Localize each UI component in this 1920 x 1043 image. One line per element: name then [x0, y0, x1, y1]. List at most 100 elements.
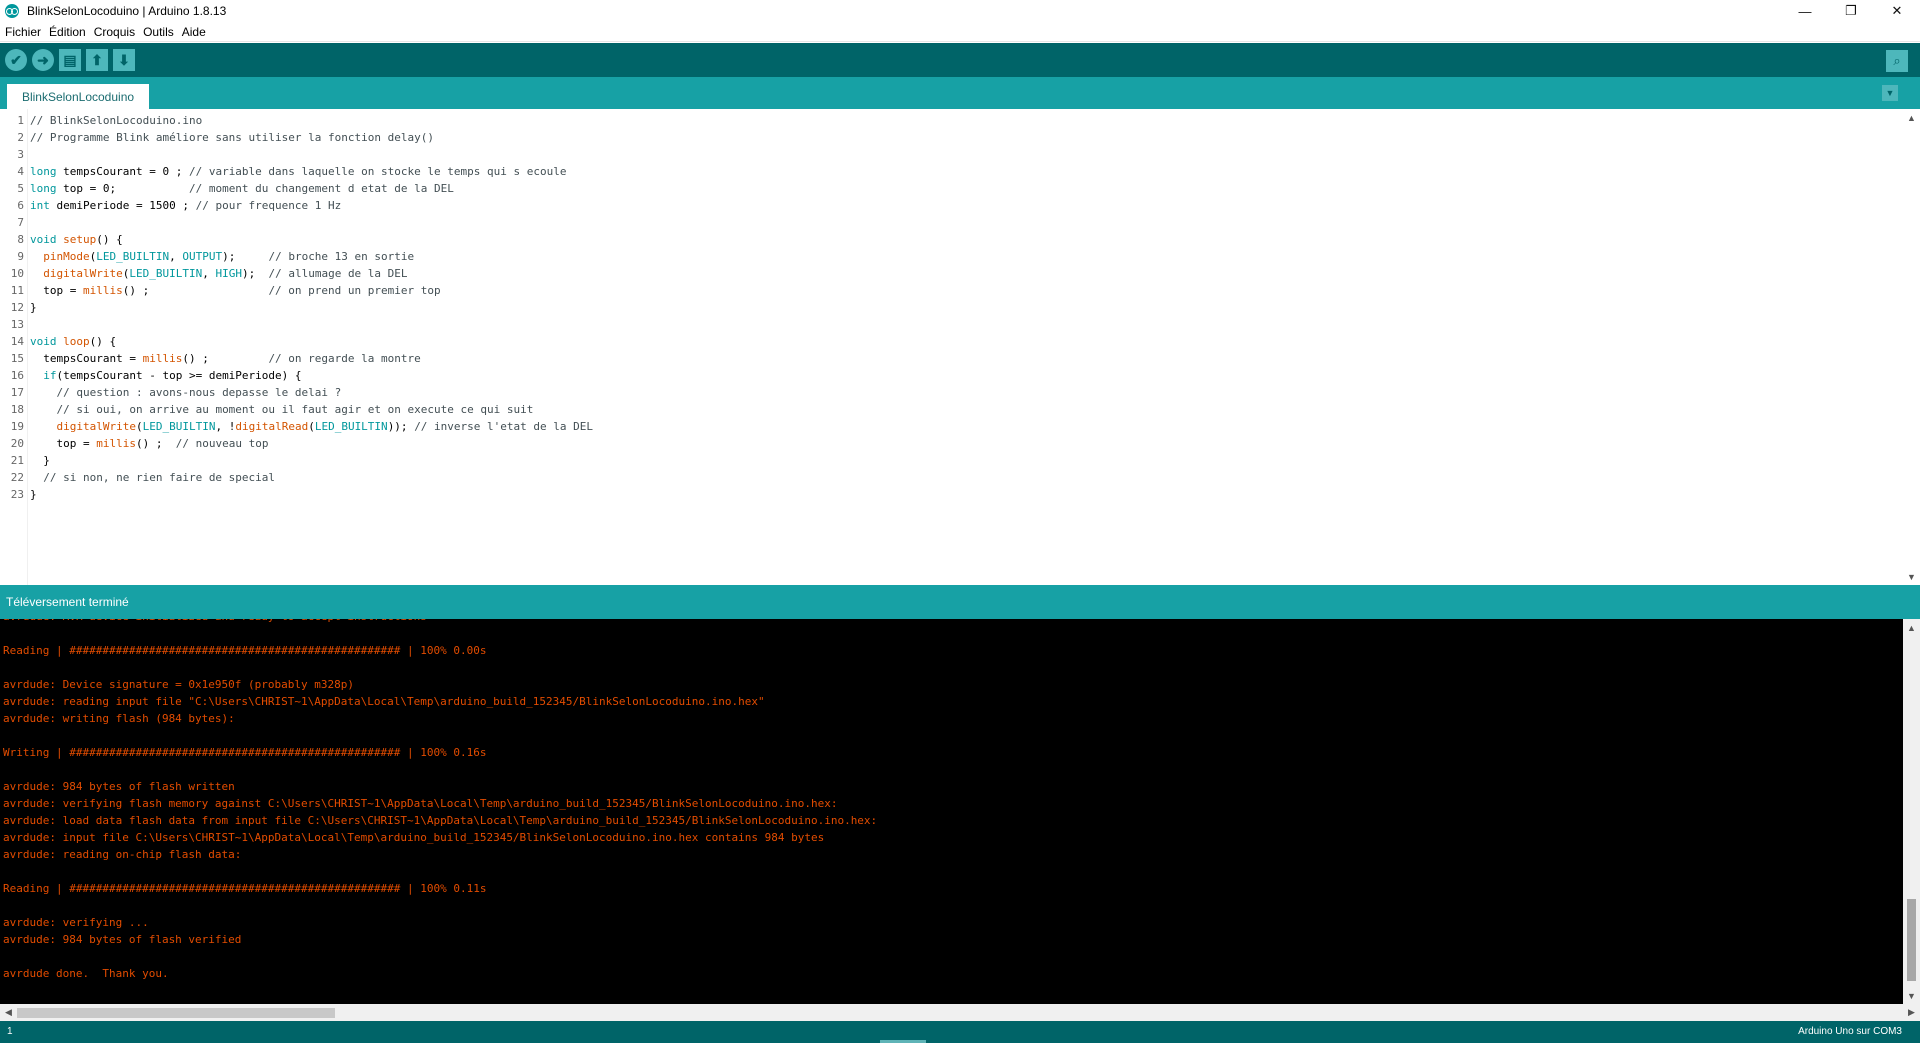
line-number: 18	[10, 403, 24, 416]
new-button[interactable]: ▤	[59, 49, 81, 71]
code-line: top = millis() ; // nouveau top	[30, 437, 269, 450]
console-line: avrdude: 984 bytes of flash written	[3, 780, 235, 793]
menu-aide[interactable]: Aide	[181, 25, 207, 39]
console-line: avrdude: input file C:\Users\CHRIST~1\Ap…	[3, 831, 825, 844]
line-number: 21	[10, 454, 24, 467]
bottom-status-bar: 1 Arduino Uno sur COM3	[0, 1021, 1920, 1043]
line-number: 13	[10, 318, 24, 331]
menu-fichier[interactable]: Fichier	[4, 25, 42, 39]
console-scroll-thumb[interactable]	[1907, 899, 1916, 981]
editor-vertical-scrollbar[interactable]: ▲ ▼	[1903, 109, 1920, 585]
title-bar: BlinkSelonLocoduino | Arduino 1.8.13 — ❐…	[0, 0, 1920, 22]
magnifier-icon: ⌕	[1893, 53, 1901, 68]
status-message: Téléversement terminé	[6, 595, 129, 609]
line-number: 19	[10, 420, 24, 433]
code-area[interactable]: // BlinkSelonLocoduino.ino // Programme B…	[30, 112, 1900, 503]
code-line: int demiPeriode = 1500 ; // pour frequen…	[30, 199, 342, 212]
line-number: 4	[17, 165, 24, 178]
line-number: 16	[10, 369, 24, 382]
horizontal-scroll-thumb[interactable]	[17, 1008, 335, 1018]
line-number: 9	[17, 250, 24, 263]
line-number: 20	[10, 437, 24, 450]
console-line: avrdude: reading input file "C:\Users\CH…	[3, 695, 765, 708]
check-icon: ✔	[10, 51, 22, 68]
close-button[interactable]: ✕	[1874, 0, 1920, 22]
console-line: Reading | ##############################…	[3, 644, 487, 657]
tab-menu-button[interactable]: ▼	[1882, 85, 1898, 101]
arrow-up-icon: ⬆	[91, 51, 103, 68]
line-number: 17	[10, 386, 24, 399]
tab-blinkselonlocoduino[interactable]: BlinkSelonLocoduino	[7, 84, 149, 109]
console-line: avrdude: 984 bytes of flash verified	[3, 933, 242, 946]
save-button[interactable]: ⬇	[113, 49, 135, 71]
code-line: digitalWrite(LED_BUILTIN, !digitalRead(L…	[56, 420, 594, 433]
console-line: avrdude: load data flash data from input…	[3, 814, 878, 827]
line-number: 3	[17, 148, 24, 161]
console-line: avrdude: writing flash (984 bytes):	[3, 712, 235, 725]
line-number: 10	[10, 267, 24, 280]
menu-croquis[interactable]: Croquis	[93, 25, 136, 39]
toolbar: ✔ ➜ ▤ ⬆ ⬇ ⌕	[0, 43, 1920, 77]
line-number: 2	[17, 131, 24, 144]
window-controls: — ❐ ✕	[1782, 0, 1920, 22]
code-line: digitalWrite(LED_BUILTIN, HIGH); // allu…	[43, 267, 408, 280]
code-line: // question : avons-nous depasse le dela…	[56, 386, 342, 399]
code-line: }	[30, 454, 50, 467]
code-line: // BlinkSelonLocoduino.ino	[30, 114, 203, 127]
line-number: 22	[10, 471, 24, 484]
status-bar: Téléversement terminé	[0, 585, 1920, 619]
line-number: 11	[10, 284, 24, 297]
line-number-gutter: 1 2 3 4 5 6 7 8 9 10 11 12 13 14 15 16 17 18 19 20 21 22 23	[0, 109, 28, 585]
code-line: if(tempsCourant - top >= demiPeriode) {	[43, 369, 302, 382]
code-line: }	[30, 488, 37, 501]
line-number: 14	[10, 335, 24, 348]
code-line: long top = 0; // moment du changement d …	[30, 182, 454, 195]
code-line: }	[30, 301, 37, 314]
board-port-info: Arduino Uno sur COM3	[1798, 1026, 1902, 1037]
console-line: Writing | ##############################…	[3, 746, 487, 759]
scroll-left-arrow-icon[interactable]: ◀	[0, 1004, 17, 1021]
console-line: avrdude done. Thank you.	[3, 967, 169, 980]
minimize-button[interactable]: —	[1782, 0, 1828, 22]
console-scroll-down-arrow-icon[interactable]: ▼	[1903, 987, 1920, 1004]
console-horizontal-scrollbar[interactable]: ◀ ▶	[0, 1004, 1920, 1021]
maximize-button[interactable]: ❐	[1828, 0, 1874, 22]
arrow-down-icon: ⬇	[118, 51, 130, 68]
console-vertical-scrollbar[interactable]: ▲ ▼	[1903, 619, 1920, 1004]
console-line: avrdude: verifying ...	[3, 916, 149, 929]
code-line: // Programme Blink améliore sans utilise…	[30, 131, 434, 144]
code-editor[interactable]: 1 2 3 4 5 6 7 8 9 10 11 12 13 14 15 16 17 18 19 20 21 22 23 //…	[0, 109, 1920, 585]
code-line: void setup() {	[30, 233, 123, 246]
upload-button[interactable]: ➜	[32, 49, 54, 71]
verify-button[interactable]: ✔	[5, 49, 27, 71]
console-output[interactable]: avrdude: AVR device initialized and read…	[0, 619, 1920, 1004]
line-number: 7	[17, 216, 24, 229]
console-line: Reading | ##############################…	[3, 882, 487, 895]
open-button[interactable]: ⬆	[86, 49, 108, 71]
menu-outils[interactable]: Outils	[142, 25, 175, 39]
scroll-up-arrow-icon[interactable]: ▲	[1903, 109, 1920, 126]
menu-edition[interactable]: Édition	[48, 25, 87, 39]
line-number: 5	[17, 182, 24, 195]
scroll-down-arrow-icon[interactable]: ▼	[1903, 568, 1920, 585]
scroll-right-arrow-icon[interactable]: ▶	[1903, 1004, 1920, 1021]
console-line: avrdude: Device signature = 0x1e950f (pr…	[3, 678, 354, 691]
chevron-down-icon: ▼	[1885, 88, 1895, 98]
console-scroll-up-arrow-icon[interactable]: ▲	[1903, 619, 1920, 636]
code-line: // si oui, on arrive au moment ou il fau…	[56, 403, 534, 416]
serial-monitor-button[interactable]: ⌕	[1886, 50, 1908, 72]
line-indicator: 1	[7, 1026, 13, 1037]
console-line: avrdude: reading on-chip flash data:	[3, 848, 242, 861]
line-number: 12	[10, 301, 24, 314]
code-line: void loop() {	[30, 335, 117, 348]
line-number: 6	[17, 199, 24, 212]
line-number: 1	[17, 114, 24, 127]
